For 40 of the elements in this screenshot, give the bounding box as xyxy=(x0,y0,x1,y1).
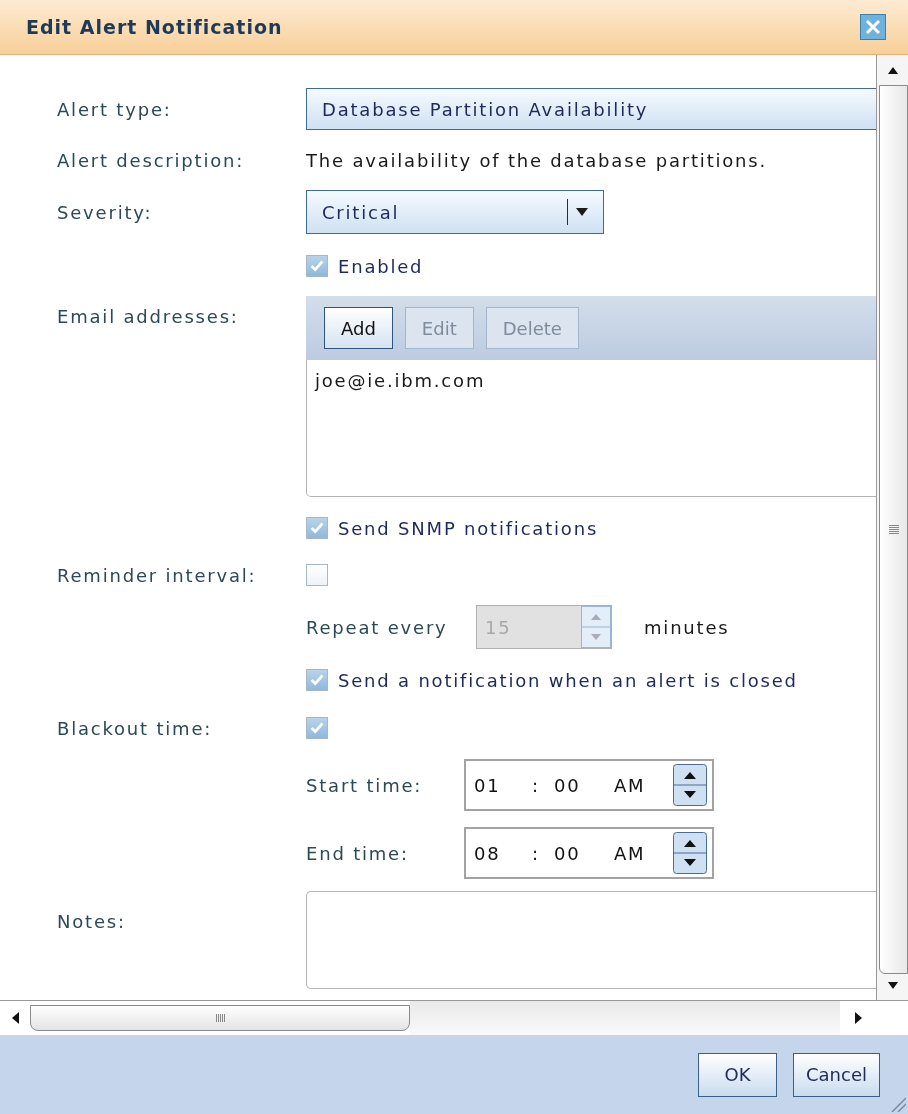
description-text: The availability of the database partitions. xyxy=(306,149,767,171)
field-label: Alert type: xyxy=(57,98,173,120)
field-label: Alert description: xyxy=(57,149,246,171)
notify-closed-checkbox[interactable] xyxy=(306,669,328,691)
enabled-checkbox[interactable] xyxy=(306,255,328,277)
interval-value: 15 xyxy=(484,616,513,638)
horizontal-scrollbar[interactable] xyxy=(0,1000,908,1035)
dropdown-value: Critical xyxy=(322,201,401,223)
snmp-checkbox[interactable] xyxy=(306,517,328,539)
field-label: Reminder interval: xyxy=(57,564,258,586)
resize-grip-icon[interactable] xyxy=(890,1096,906,1112)
field-label: Email addresses: xyxy=(57,305,240,327)
time-label: End time: xyxy=(306,842,410,864)
dialog-button[interactable]: Cancel xyxy=(793,1052,880,1097)
notes-field[interactable] xyxy=(306,891,876,989)
time-label: Start time: xyxy=(306,774,424,796)
checkbox-label: Enabled xyxy=(338,255,424,277)
toolbar-button[interactable]: Add xyxy=(324,307,393,349)
severity-dropdown[interactable]: Critical xyxy=(306,190,604,234)
blackout-checkbox[interactable] xyxy=(306,717,328,739)
dialog-button[interactable]: OK xyxy=(698,1052,777,1097)
alert-type-dropdown[interactable]: Database Partition Availability xyxy=(306,88,876,130)
grip-icon xyxy=(888,525,899,534)
email-item[interactable]: joe@ie.ibm.com xyxy=(315,370,876,391)
spinner-arrows-icon[interactable] xyxy=(673,832,707,874)
vertical-scrollbar[interactable] xyxy=(876,55,908,1000)
close-icon[interactable] xyxy=(860,14,886,40)
dropdown-arrow-icon xyxy=(576,208,588,216)
checkbox-label: Send a notification when an alert is closed xyxy=(338,669,798,691)
unit-label: minutes xyxy=(644,616,730,638)
checkbox-label: Send SNMP notifications xyxy=(338,517,599,539)
time-field[interactable]: 08 : 00 AM xyxy=(464,827,714,879)
repeat-label: Repeat every xyxy=(306,616,449,638)
grip-icon xyxy=(215,1014,225,1022)
field-label: Notes: xyxy=(57,910,127,932)
field-label: Blackout time: xyxy=(57,717,214,739)
field-label: Severity: xyxy=(57,201,154,223)
dialog-title: Edit Alert Notification xyxy=(26,16,283,38)
spinner-arrows-icon[interactable] xyxy=(673,764,707,806)
time-field[interactable]: 01 : 00 AM xyxy=(464,759,714,811)
